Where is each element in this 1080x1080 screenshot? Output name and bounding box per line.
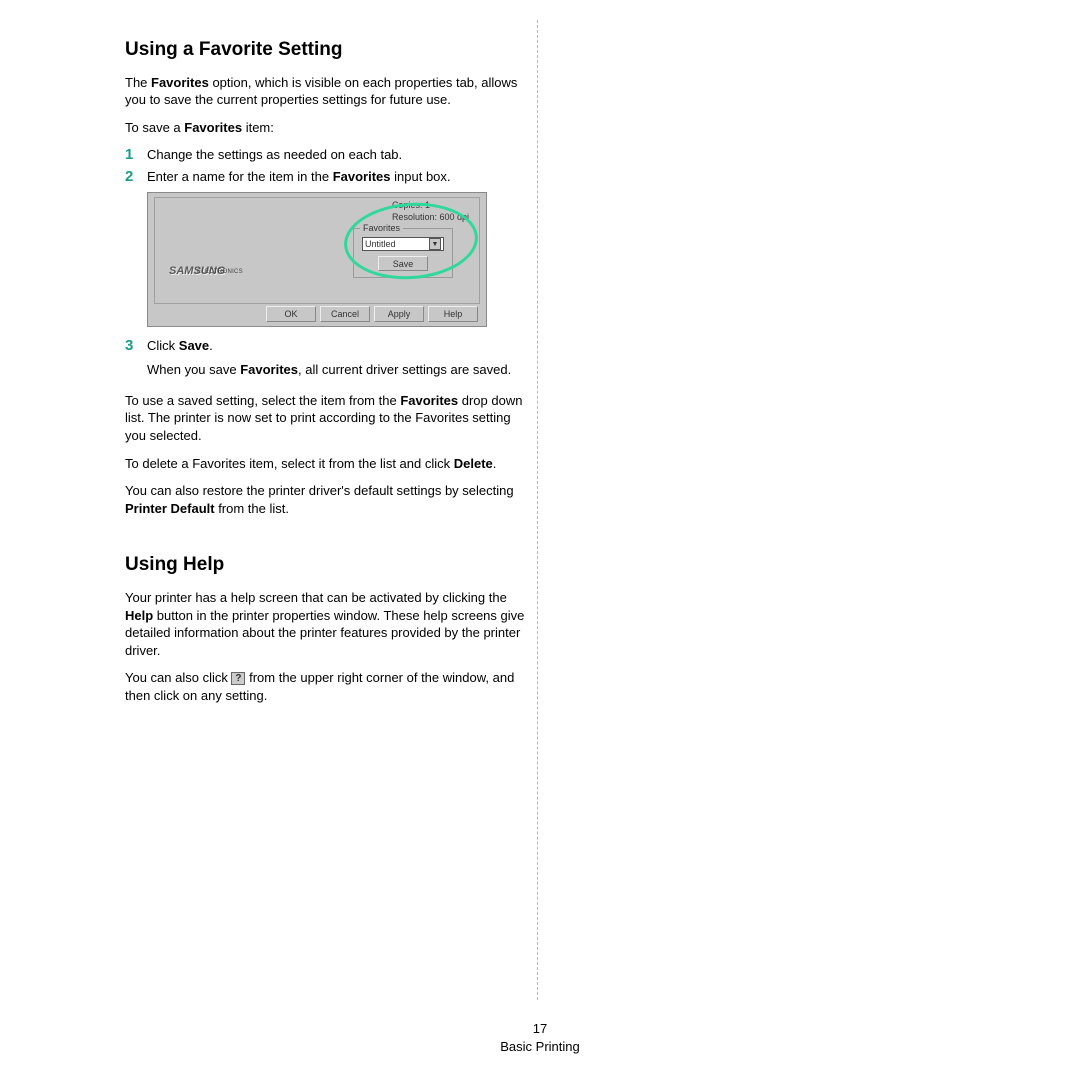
kw-printer-default: Printer Default <box>125 501 215 516</box>
heading-favorite: Using a Favorite Setting <box>125 38 525 62</box>
step-number: 3 <box>125 337 147 355</box>
left-column: Using a Favorite Setting The Favorites o… <box>125 38 525 714</box>
text: To use a saved setting, select the item … <box>125 393 400 408</box>
favorites-combo[interactable]: Untitled ▼ <box>362 237 444 251</box>
step-3-sub: When you save Favorites, all current dri… <box>147 361 525 379</box>
dialog-inner: Copies: 1 Resolution: 600 dpi Favorites … <box>154 197 480 304</box>
text: Click <box>147 338 179 353</box>
samsung-logo-sub: ELECTRONICS <box>197 269 243 275</box>
text: . <box>493 456 497 471</box>
delete-paragraph: To delete a Favorites item, select it fr… <box>125 455 525 473</box>
step-1: 1 Change the settings as needed on each … <box>125 146 525 164</box>
kw-favorites: Favorites <box>151 75 209 90</box>
favorites-legend: Favorites <box>360 223 403 233</box>
text: button in the printer properties window.… <box>125 608 524 658</box>
text: When you save <box>147 362 240 377</box>
use-paragraph: To use a saved setting, select the item … <box>125 392 525 445</box>
help-para2: You can also click ? from the upper righ… <box>125 669 525 704</box>
text: . <box>209 338 213 353</box>
column-divider <box>537 20 538 1000</box>
kw-favorites: Favorites <box>333 169 391 184</box>
text: input box. <box>391 169 451 184</box>
page-number: 17 <box>0 1020 1080 1038</box>
kw-delete: Delete <box>454 456 493 471</box>
footer-section: Basic Printing <box>0 1038 1080 1056</box>
text: To delete a Favorites item, select it fr… <box>125 456 454 471</box>
kw-help: Help <box>125 608 153 623</box>
question-icon[interactable]: ? <box>231 672 245 685</box>
step-text: Click Save. <box>147 337 525 355</box>
text: Your printer has a help screen that can … <box>125 590 507 605</box>
ok-button[interactable]: OK <box>266 306 316 322</box>
step-3: 3 Click Save. <box>125 337 525 355</box>
text: from the list. <box>215 501 289 516</box>
help-button[interactable]: Help <box>428 306 478 322</box>
favorites-group: Favorites Untitled ▼ Save <box>353 228 453 278</box>
text: item: <box>242 120 274 135</box>
text: You can also click <box>125 670 231 685</box>
text: The <box>125 75 151 90</box>
step-number: 1 <box>125 146 147 164</box>
apply-button[interactable]: Apply <box>374 306 424 322</box>
save-line: To save a Favorites item: <box>125 119 525 137</box>
save-button[interactable]: Save <box>378 256 428 271</box>
combo-value: Untitled <box>365 239 396 249</box>
cancel-button[interactable]: Cancel <box>320 306 370 322</box>
step-text: Change the settings as needed on each ta… <box>147 146 525 164</box>
heading-help: Using Help <box>125 553 525 577</box>
resolution-label: Resolution: 600 dpi <box>392 212 469 224</box>
chevron-down-icon[interactable]: ▼ <box>429 238 441 250</box>
info-block: Copies: 1 Resolution: 600 dpi <box>392 200 469 223</box>
restore-paragraph: You can also restore the printer driver'… <box>125 482 525 517</box>
text: To save a <box>125 120 184 135</box>
text: Enter a name for the item in the <box>147 169 333 184</box>
step-number: 2 <box>125 168 147 186</box>
step-2: 2 Enter a name for the item in the Favor… <box>125 168 525 186</box>
kw-favorites: Favorites <box>400 393 458 408</box>
dialog-button-bar: OK Cancel Apply Help <box>266 306 478 322</box>
kw-favorites: Favorites <box>184 120 242 135</box>
kw-save: Save <box>179 338 209 353</box>
step-text: Enter a name for the item in the Favorit… <box>147 168 525 186</box>
intro-paragraph: The Favorites option, which is visible o… <box>125 74 525 109</box>
kw-favorites: Favorites <box>240 362 298 377</box>
help-para1: Your printer has a help screen that can … <box>125 589 525 659</box>
page-footer: 17 Basic Printing <box>0 1020 1080 1056</box>
text: , all current driver settings are saved. <box>298 362 511 377</box>
copies-label: Copies: 1 <box>392 200 469 212</box>
dialog-screenshot: Copies: 1 Resolution: 600 dpi Favorites … <box>147 192 487 327</box>
text: You can also restore the printer driver'… <box>125 483 514 498</box>
